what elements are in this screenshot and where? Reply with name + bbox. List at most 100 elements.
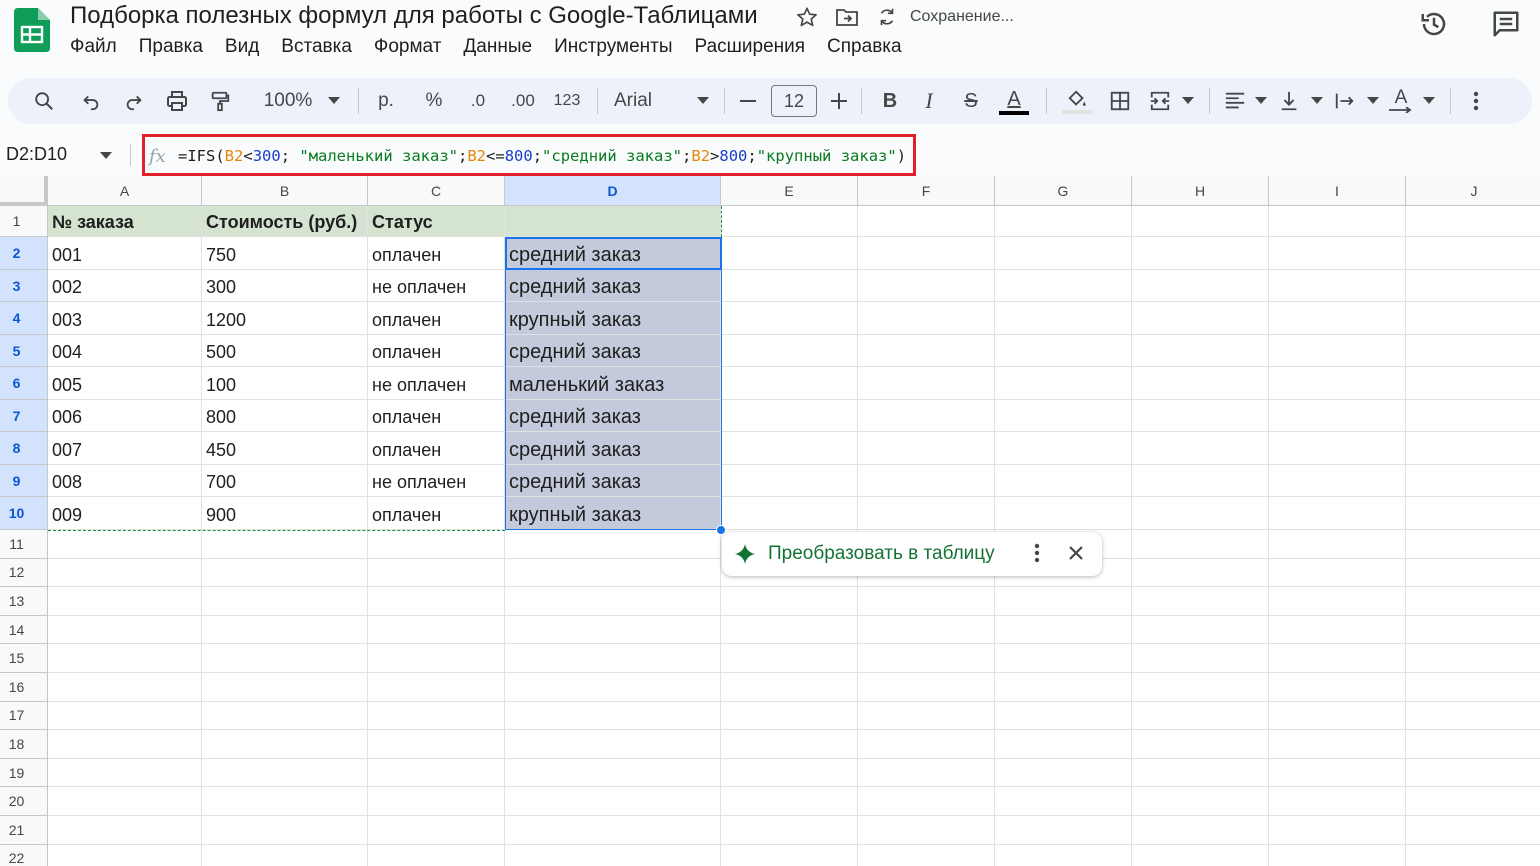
percent-button[interactable]: % xyxy=(411,83,457,119)
cell[interactable] xyxy=(202,530,368,559)
row-header[interactable]: 2 xyxy=(0,237,48,270)
cell[interactable] xyxy=(1406,400,1540,432)
cell[interactable] xyxy=(1269,758,1406,788)
cell[interactable] xyxy=(1132,497,1269,530)
cell[interactable] xyxy=(1406,759,1540,788)
cell[interactable] xyxy=(995,400,1132,432)
cell[interactable] xyxy=(202,701,368,731)
print-icon[interactable] xyxy=(154,83,200,119)
row-header[interactable]: 12 xyxy=(0,558,48,588)
cell[interactable] xyxy=(505,758,721,788)
column-header[interactable]: A xyxy=(48,176,202,206)
more-formats-button[interactable]: 123 xyxy=(547,83,587,119)
row-header[interactable]: 3 xyxy=(0,270,48,302)
cell[interactable] xyxy=(48,730,202,759)
cell[interactable] xyxy=(1269,644,1406,673)
row-header[interactable]: 16 xyxy=(0,673,48,702)
cell[interactable] xyxy=(1269,206,1406,237)
font-dropdown-icon[interactable] xyxy=(692,83,714,119)
column-header[interactable]: H xyxy=(1132,176,1269,206)
cell[interactable] xyxy=(202,816,368,845)
cell[interactable] xyxy=(48,587,202,616)
cell[interactable] xyxy=(1406,616,1540,645)
cell[interactable] xyxy=(1269,701,1406,731)
menu-item[interactable]: Вставка xyxy=(281,36,352,58)
row-header[interactable]: 8 xyxy=(0,432,48,465)
cell[interactable] xyxy=(1269,844,1406,866)
menu-item[interactable]: Расширения xyxy=(695,36,806,58)
cell[interactable] xyxy=(1269,367,1406,400)
cell[interactable]: Статус xyxy=(368,206,505,237)
menu-item[interactable]: Формат xyxy=(374,36,442,58)
cell[interactable] xyxy=(1406,559,1540,588)
cell[interactable] xyxy=(1269,615,1406,645)
cell[interactable] xyxy=(202,644,368,673)
cell[interactable] xyxy=(721,758,858,788)
cell[interactable] xyxy=(1406,702,1540,731)
cell[interactable] xyxy=(1132,237,1269,270)
cell[interactable] xyxy=(1269,530,1406,559)
cell[interactable] xyxy=(721,302,858,335)
row-header[interactable]: 22 xyxy=(0,844,48,866)
name-box[interactable]: D2:D10 xyxy=(6,144,67,165)
cell[interactable] xyxy=(1269,673,1406,702)
cell[interactable] xyxy=(368,558,505,588)
cell[interactable] xyxy=(1406,730,1540,759)
cell[interactable]: 700 xyxy=(202,465,368,497)
cell[interactable] xyxy=(1406,432,1540,465)
cell[interactable] xyxy=(858,701,995,731)
cell[interactable] xyxy=(368,587,505,616)
paint-format-icon[interactable] xyxy=(200,83,240,119)
cell[interactable]: средний заказ xyxy=(505,237,721,270)
cell[interactable] xyxy=(1269,237,1406,270)
cell[interactable] xyxy=(1132,206,1269,237)
cell[interactable]: средний заказ xyxy=(505,270,721,302)
cell[interactable] xyxy=(995,367,1132,400)
cell[interactable] xyxy=(505,816,721,845)
cell[interactable] xyxy=(858,758,995,788)
cell[interactable] xyxy=(505,673,721,702)
cell[interactable] xyxy=(505,206,721,237)
cell[interactable] xyxy=(48,844,202,866)
cell[interactable] xyxy=(202,758,368,788)
cell[interactable] xyxy=(858,816,995,845)
version-history-icon[interactable] xyxy=(1418,8,1450,40)
cell[interactable] xyxy=(858,644,995,673)
formula-input-highlight[interactable]: fx =IFS(B2<300; "маленький заказ";B2<=80… xyxy=(142,134,916,176)
rotation-dropdown-icon[interactable] xyxy=(1418,83,1440,119)
cell[interactable]: не оплачен xyxy=(368,270,505,302)
convert-to-table-chip[interactable]: Преобразовать в таблицу xyxy=(722,532,1102,576)
cell[interactable] xyxy=(858,465,995,497)
cell[interactable] xyxy=(995,673,1132,702)
cell[interactable]: 001 xyxy=(48,237,202,270)
cell[interactable] xyxy=(368,787,505,816)
cell[interactable] xyxy=(995,465,1132,497)
cell[interactable] xyxy=(1406,237,1540,270)
cell[interactable] xyxy=(368,673,505,702)
cell[interactable]: не оплачен xyxy=(368,367,505,400)
cell[interactable]: 450 xyxy=(202,432,368,465)
column-header[interactable]: I xyxy=(1269,176,1406,206)
cell[interactable] xyxy=(1132,270,1269,302)
cell[interactable] xyxy=(505,615,721,645)
cell[interactable] xyxy=(1269,558,1406,588)
currency-button[interactable]: р. xyxy=(369,83,403,119)
cell[interactable] xyxy=(1132,558,1269,588)
convert-to-table-label[interactable]: Преобразовать в таблицу xyxy=(768,543,995,565)
cell[interactable] xyxy=(858,237,995,270)
cell[interactable]: 750 xyxy=(202,237,368,270)
column-header[interactable]: D xyxy=(505,176,721,206)
cell[interactable] xyxy=(858,270,995,302)
cell[interactable] xyxy=(48,615,202,645)
cell[interactable] xyxy=(858,206,995,237)
cell[interactable] xyxy=(721,465,858,497)
italic-icon[interactable]: I xyxy=(908,83,950,119)
cell[interactable]: оплачен xyxy=(368,497,505,530)
cell[interactable] xyxy=(505,558,721,588)
more-icon[interactable] xyxy=(1461,83,1491,119)
cell[interactable] xyxy=(202,844,368,866)
zoom-select[interactable]: 100% xyxy=(256,83,320,119)
wrap-dropdown-icon[interactable] xyxy=(1362,83,1384,119)
cell[interactable]: маленький заказ xyxy=(505,367,721,400)
cell[interactable] xyxy=(1269,730,1406,759)
